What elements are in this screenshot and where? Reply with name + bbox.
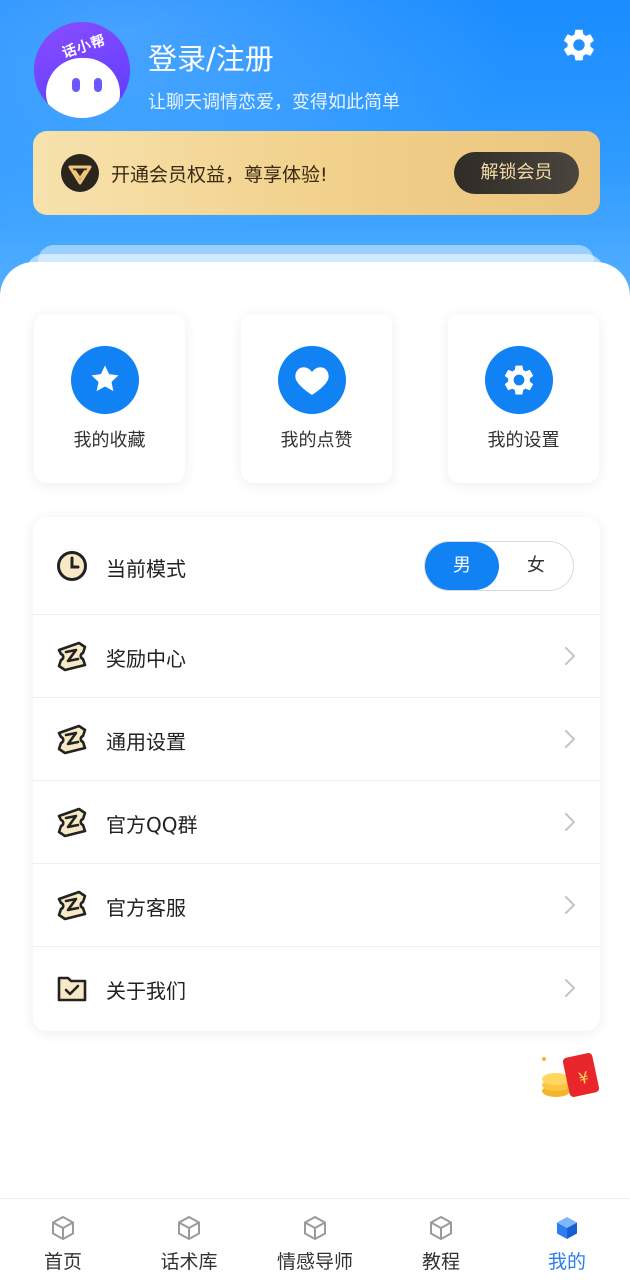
vip-promo-text: 开通会员权益，尊享体验! — [111, 164, 328, 186]
cube-icon — [178, 1216, 200, 1240]
login-register-title[interactable]: 登录/注册 — [148, 36, 274, 78]
ticket-icon — [57, 641, 87, 672]
clock-icon — [57, 551, 87, 581]
my-likes-card[interactable]: 我的点赞 — [241, 314, 392, 483]
favorites-circle — [71, 346, 139, 414]
mode-female-option[interactable]: 女 — [499, 542, 573, 590]
tab-label: 教程 — [421, 1251, 460, 1273]
my-favorites-card[interactable]: 我的收藏 — [34, 314, 185, 483]
tab-label: 首页 — [43, 1251, 82, 1273]
tab-mentor[interactable]: 情感导师 — [252, 1199, 378, 1280]
gender-mode-toggle[interactable]: 男 女 — [424, 541, 574, 591]
mode-male-option[interactable]: 男 — [425, 542, 499, 590]
menu-list: 当前模式 男 女 奖励中心 通用设置 官方QQ群 官方客服 关于我们 — [33, 517, 600, 1031]
red-packet-icon[interactable]: ¥ — [536, 1051, 612, 1103]
avatar-eye-left — [72, 78, 80, 92]
ticket-icon — [57, 724, 87, 755]
chevron-right-icon — [565, 813, 576, 831]
chevron-right-icon — [565, 647, 576, 665]
mode-label: 当前模式 — [106, 557, 186, 581]
likes-label: 我的点赞 — [280, 430, 353, 451]
cube-icon — [430, 1216, 452, 1240]
cube-icon — [304, 1216, 326, 1240]
avatar[interactable]: 话小帮 — [34, 22, 130, 118]
settings-gear-icon[interactable] — [560, 26, 598, 64]
cube-icon — [557, 1217, 577, 1239]
avatar-eye-right — [94, 78, 102, 92]
chevron-right-icon — [565, 896, 576, 914]
bottom-tab-bar: 首页 话术库 情感导师 教程 我的 — [0, 1198, 630, 1280]
likes-circle — [278, 346, 346, 414]
tab-label: 我的 — [547, 1251, 586, 1273]
my-settings-card[interactable]: 我的设置 — [448, 314, 599, 483]
favorites-label: 我的收藏 — [73, 430, 146, 451]
chevron-right-icon — [565, 730, 576, 748]
cube-icon — [52, 1216, 74, 1240]
unlock-vip-button[interactable]: 解锁会员 — [454, 152, 579, 194]
tab-mine[interactable]: 我的 — [504, 1199, 630, 1280]
star-icon — [91, 365, 119, 392]
menu-item-label: 官方QQ群 — [106, 813, 198, 837]
heart-icon — [295, 367, 329, 395]
tab-scripts[interactable]: 话术库 — [126, 1199, 252, 1280]
avatar-mascot — [46, 58, 120, 118]
tab-tutorial[interactable]: 教程 — [378, 1199, 504, 1280]
menu-item-label: 关于我们 — [106, 979, 186, 1003]
ticket-icon — [57, 807, 87, 838]
menu-item-about-us[interactable]: 关于我们 — [33, 947, 600, 1030]
menu-item-customer-service[interactable]: 官方客服 — [33, 864, 600, 947]
menu-item-qq-group[interactable]: 官方QQ群 — [33, 781, 600, 864]
menu-item-general-settings[interactable]: 通用设置 — [33, 698, 600, 781]
menu-item-reward-center[interactable]: 奖励中心 — [33, 615, 600, 698]
folder-check-icon — [57, 976, 87, 1002]
gear-icon — [504, 365, 534, 395]
tab-label: 情感导师 — [276, 1251, 353, 1273]
settings-circle — [485, 346, 553, 414]
settings-label: 我的设置 — [487, 430, 560, 451]
ticket-icon — [57, 890, 87, 921]
tab-label: 话术库 — [160, 1251, 218, 1273]
vip-banner[interactable]: 开通会员权益，尊享体验! 解锁会员 — [33, 131, 600, 215]
menu-item-label: 通用设置 — [106, 730, 186, 754]
menu-item-label: 官方客服 — [106, 896, 186, 920]
tab-home[interactable]: 首页 — [0, 1199, 126, 1280]
mode-row: 当前模式 男 女 — [33, 517, 600, 615]
chevron-right-icon — [565, 979, 576, 997]
profile-subtitle: 让聊天调情恋爱，变得如此简单 — [148, 92, 400, 113]
menu-item-label: 奖励中心 — [106, 647, 186, 671]
vip-diamond-icon — [61, 154, 99, 192]
